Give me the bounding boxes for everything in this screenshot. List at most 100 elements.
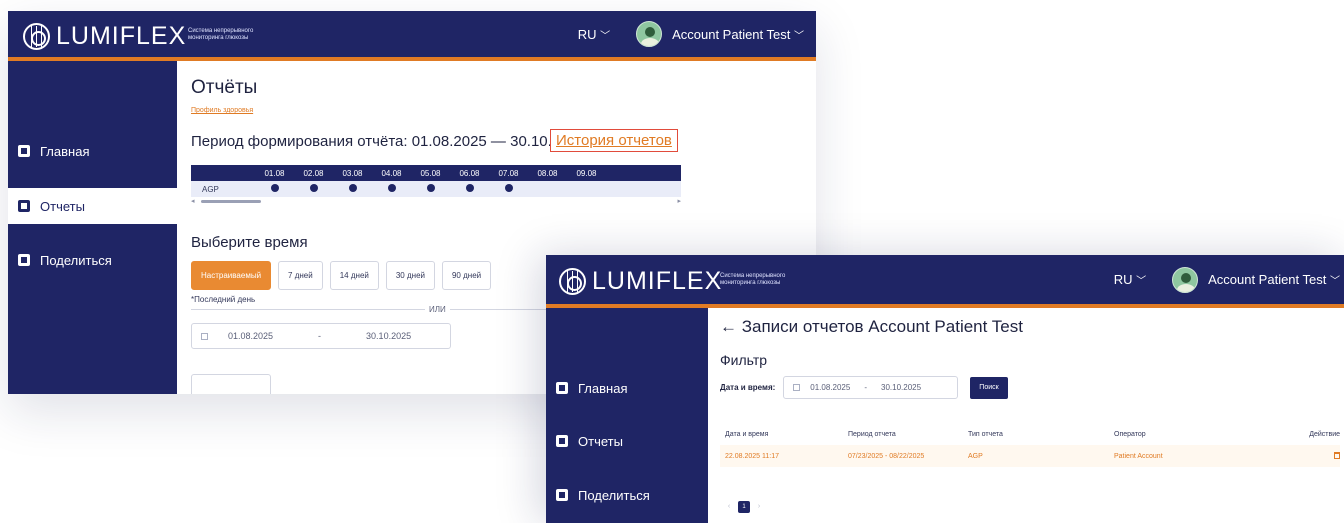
column-header: Период отчета <box>848 430 896 438</box>
breadcrumb[interactable]: Профиль здоровья <box>191 107 253 114</box>
agp-cell[interactable] <box>294 184 333 194</box>
avatar[interactable] <box>636 21 663 47</box>
sidebar-item-home[interactable]: Главная <box>8 133 177 169</box>
generate-button[interactable] <box>191 374 271 394</box>
user-name: Account Patient Test <box>1208 272 1327 287</box>
divider <box>191 309 551 310</box>
user-menu[interactable]: Account Patient Test ﹀ <box>1208 272 1340 287</box>
logo[interactable]: LUMIFLEX <box>23 22 186 51</box>
date-range-input[interactable]: 01.08.2025 - 30.10.2025 <box>191 323 451 349</box>
lumiflex-logo-icon <box>559 268 586 295</box>
prev-page-icon[interactable]: ‹ <box>724 502 734 512</box>
sidebar-item-reports[interactable]: Отчеты <box>546 423 708 459</box>
agp-date-header: 02.08 <box>303 168 324 178</box>
horizontal-scrollbar[interactable]: ◂ ▸ <box>191 197 681 207</box>
filter-label: Дата и время: <box>720 383 776 392</box>
report-dot-icon[interactable] <box>504 184 513 192</box>
agp-date-header: 05.08 <box>420 168 441 178</box>
sidebar-item-reports[interactable]: Отчеты <box>8 188 177 224</box>
pagination: ‹ 1 › <box>724 501 764 513</box>
agp-date-header: 08.08 <box>537 168 558 178</box>
report-period: Период формирования отчёта: 01.08.2025 —… <box>191 133 586 150</box>
range-button-custom[interactable]: Настраиваемый <box>191 261 272 290</box>
sidebar-item-label: Поделиться <box>578 487 650 503</box>
sidebar-item-share[interactable]: Поделиться <box>8 242 177 278</box>
history-link[interactable]: История отчетов <box>550 129 678 152</box>
page-number[interactable]: 1 <box>738 501 750 513</box>
scroll-left-icon[interactable]: ◂ <box>191 197 195 205</box>
share-icon <box>556 489 568 501</box>
next-page-icon[interactable]: › <box>754 502 764 512</box>
reports-icon <box>556 435 568 447</box>
agp-cell[interactable] <box>255 184 294 194</box>
avatar[interactable] <box>1172 266 1199 293</box>
language-selector[interactable]: RU ﹀ <box>1114 272 1146 287</box>
sidebar-item-label: Отчеты <box>40 198 85 214</box>
agp-date-header: 07.08 <box>498 168 519 178</box>
agp-cell[interactable] <box>333 184 372 194</box>
agp-row-label: AGP <box>202 184 219 194</box>
logo-text: LUMIFLEX <box>56 22 187 50</box>
sidebar-item-share[interactable]: Поделиться <box>546 477 708 513</box>
agp-cell[interactable] <box>489 184 528 194</box>
app-header: LUMIFLEX Система непрерывного мониторинг… <box>546 255 1344 308</box>
range-button-7d[interactable]: 7 дней <box>278 261 323 290</box>
agp-cell[interactable] <box>411 184 450 194</box>
scrollbar-thumb[interactable] <box>201 200 261 203</box>
page-title: Отчёты <box>191 77 258 98</box>
range-button-90d[interactable]: 90 дней <box>441 261 492 290</box>
table-header: Дата и время Период отчета Тип отчета Оп… <box>720 423 1340 445</box>
chevron-down-icon: ﹀ <box>1330 276 1340 287</box>
agp-date-header: 09.08 <box>576 168 597 178</box>
date-to: 30.10.2025 <box>366 331 412 341</box>
table-row[interactable]: 22.08.2025 11:17 07/23/2025 - 08/22/2025… <box>720 445 1340 467</box>
sidebar-item-label: Главная <box>40 143 90 159</box>
report-dot-icon[interactable] <box>309 184 318 192</box>
cell-action <box>1274 451 1340 461</box>
agp-table-row: AGP <box>191 181 681 197</box>
trash-icon[interactable] <box>1334 451 1340 459</box>
column-header: Тип отчета <box>968 430 1003 438</box>
language-label: RU <box>1113 272 1133 287</box>
calendar-icon <box>793 384 801 391</box>
sidebar-item-label: Отчеты <box>578 433 623 449</box>
cell-type: AGP <box>968 452 983 460</box>
share-icon <box>18 254 30 266</box>
date-separator: - <box>864 383 867 392</box>
report-dot-icon[interactable] <box>465 184 474 192</box>
agp-cell[interactable] <box>450 184 489 194</box>
agp-date-header: 01.08 <box>264 168 285 178</box>
report-dot-icon[interactable] <box>387 184 396 192</box>
range-button-30d[interactable]: 30 дней <box>385 261 435 290</box>
date-separator: - <box>318 331 322 341</box>
sidebar-item-label: Главная <box>578 380 628 396</box>
sidebar-item-home[interactable]: Главная <box>546 370 708 406</box>
language-selector[interactable]: RU ﹀ <box>578 27 610 42</box>
search-button[interactable]: Поиск <box>970 376 1008 399</box>
or-label: ИЛИ <box>425 305 450 314</box>
lumiflex-logo-icon <box>23 23 50 50</box>
filter-row: Дата и время: 01.08.2025 - 30.10.2025 По… <box>720 376 1008 399</box>
logo[interactable]: LUMIFLEX <box>559 267 722 296</box>
sidebar: Главная Отчеты Поделиться <box>8 61 177 394</box>
chevron-down-icon: ﹀ <box>1136 276 1147 287</box>
filter-date-range-input[interactable]: 01.08.2025 - 30.10.2025 <box>783 376 959 399</box>
agp-date-header: 03.08 <box>342 168 363 178</box>
scroll-right-icon[interactable]: ▸ <box>677 197 681 205</box>
report-dot-icon[interactable] <box>348 184 357 192</box>
agp-cell[interactable] <box>372 184 411 194</box>
history-main: ← Записи отчетов Account Patient Test Фи… <box>708 308 1344 523</box>
report-dot-icon[interactable] <box>426 184 435 192</box>
report-dot-icon[interactable] <box>270 184 279 192</box>
page-title[interactable]: ← Записи отчетов Account Patient Test <box>720 317 1023 337</box>
date-to: 30.10.2025 <box>881 383 922 392</box>
range-button-14d[interactable]: 14 дней <box>329 261 379 290</box>
calendar-icon <box>201 332 208 340</box>
agp-table-header: 01.08 02.08 03.08 04.08 05.08 06.08 07.08 08.08… <box>191 165 681 181</box>
sidebar-item-label: Поделиться <box>40 252 112 268</box>
chevron-down-icon: ﹀ <box>794 30 804 42</box>
date-from: 01.08.2025 <box>810 383 851 392</box>
agp-table: 01.08 02.08 03.08 04.08 05.08 06.08 07.08 08.08… <box>191 165 681 207</box>
user-menu[interactable]: Account Patient Test ﹀ <box>672 27 804 42</box>
home-icon <box>556 382 568 394</box>
